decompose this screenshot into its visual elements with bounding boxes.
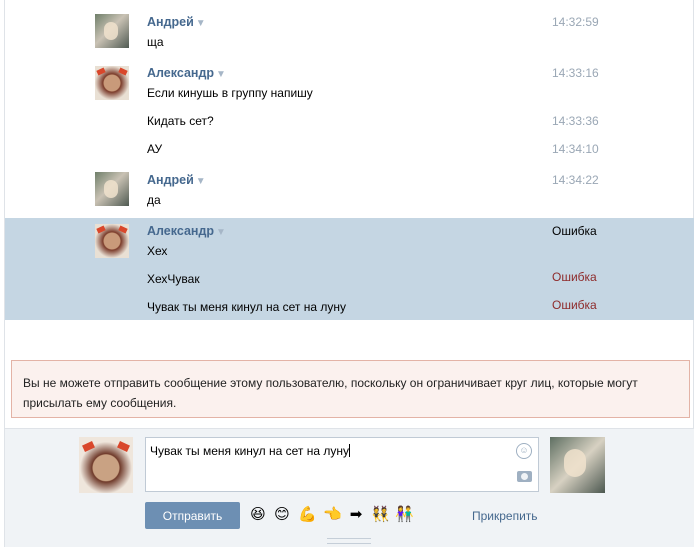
- author-menu-icon[interactable]: ▼: [196, 176, 206, 187]
- author-menu-icon[interactable]: ▼: [216, 69, 226, 80]
- message-time[interactable]: 14:33:36: [552, 114, 599, 128]
- message-author[interactable]: Андрей ▼: [147, 173, 206, 187]
- message-time[interactable]: 14:32:59: [552, 15, 599, 29]
- avatar-andrey[interactable]: [95, 14, 129, 48]
- emoji-couple-icon[interactable]: 👫: [395, 505, 414, 523]
- message-text: ХехЧувак: [147, 272, 200, 286]
- avatar-alexander[interactable]: [95, 66, 129, 100]
- message-time[interactable]: 14:34:10: [552, 142, 599, 156]
- message-text: АУ: [147, 142, 163, 156]
- message-input[interactable]: Чувак ты меня кинул на сет на луну: [145, 437, 539, 492]
- emoji-muscle-icon[interactable]: 💪: [298, 505, 317, 523]
- message-error-status[interactable]: Ошибка: [552, 270, 597, 284]
- text-caret: [349, 444, 350, 457]
- message-error-status[interactable]: Ошибка: [552, 298, 597, 312]
- message-text: ща: [147, 35, 164, 49]
- peer-avatar[interactable]: [550, 437, 605, 493]
- my-avatar[interactable]: [79, 437, 133, 493]
- emoji-smile-icon[interactable]: 😊: [273, 505, 291, 523]
- avatar-alexander[interactable]: [95, 224, 129, 258]
- resize-grip[interactable]: [327, 538, 371, 544]
- author-menu-icon[interactable]: ▼: [196, 18, 206, 29]
- send-restriction-notice: Вы не можете отправить сообщение этому п…: [11, 360, 690, 418]
- camera-icon[interactable]: [517, 471, 532, 482]
- message-text: Хех: [147, 244, 168, 258]
- message-composer: Чувак ты меня кинул на сет на луну ☺ Отп…: [5, 428, 694, 547]
- message-author[interactable]: Андрей ▼: [147, 15, 206, 29]
- message-text: Чувак ты меня кинул на сет на луну: [147, 300, 346, 314]
- emoji-arrow-right-icon[interactable]: ➡: [347, 505, 365, 523]
- message-author[interactable]: Александр ▼: [147, 66, 226, 80]
- author-menu-icon[interactable]: ▼: [216, 227, 226, 238]
- message-text: да: [147, 193, 161, 207]
- message-text: Если кинушь в группу напишу: [147, 86, 313, 100]
- smile-icon[interactable]: ☺: [516, 443, 532, 459]
- emoji-laughing-icon[interactable]: 😆: [249, 505, 267, 523]
- avatar-andrey[interactable]: [95, 172, 129, 206]
- message-text: Кидать сет?: [147, 114, 214, 128]
- message-time[interactable]: 14:33:16: [552, 66, 599, 80]
- send-button[interactable]: Отправить: [145, 502, 240, 529]
- message-author[interactable]: Александр ▼: [147, 224, 226, 238]
- message-error-status: Ошибка: [552, 224, 597, 238]
- emoji-dancers-icon[interactable]: 👯: [371, 505, 390, 523]
- message-time[interactable]: 14:34:22: [552, 173, 599, 187]
- attach-link[interactable]: Прикрепить: [472, 509, 538, 523]
- emoji-point-left-icon[interactable]: 👈: [323, 505, 342, 523]
